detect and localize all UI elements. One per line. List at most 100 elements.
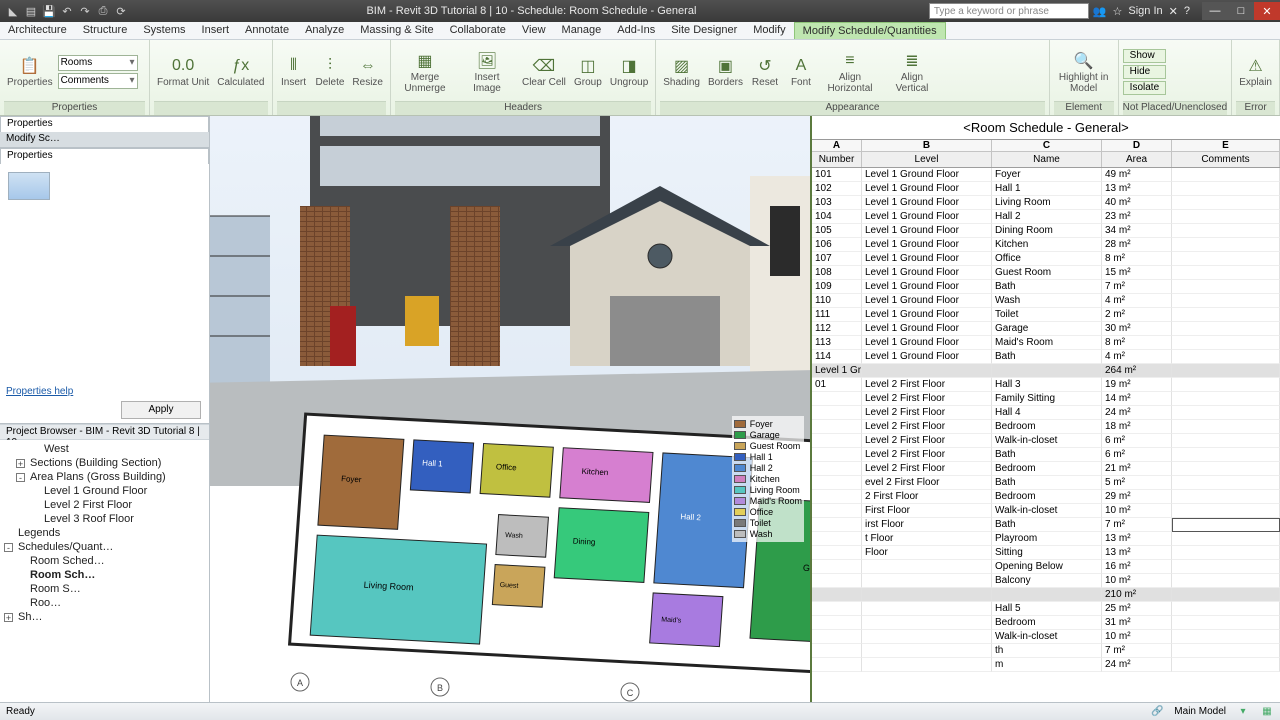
col-header[interactable]: Area [1102,152,1172,167]
schedule-row[interactable]: m24 m² [812,658,1280,672]
insert-column-button[interactable]: ⫴Insert [277,44,311,100]
show-button[interactable]: Show [1123,49,1166,63]
group-headers-button[interactable]: ◫Group [571,44,605,100]
select-icon[interactable]: ▦ [1260,705,1274,719]
menu-tab-site-designer[interactable]: Site Designer [663,22,745,39]
field-select[interactable]: Comments [58,73,138,89]
schedule-row[interactable]: 110Level 1 Ground FloorWash4 m² [812,294,1280,308]
subscription-icon[interactable]: 👥 [1093,5,1107,18]
col-letter[interactable]: E [1172,140,1280,152]
tree-node[interactable]: Room S… [0,582,209,596]
clear-cell-button[interactable]: ⌫Clear Cell [519,44,569,100]
properties-tab[interactable]: Properties [0,116,209,132]
menu-tab-modify-schedule-quantities[interactable]: Modify Schedule/Quantities [794,22,946,39]
schedule-row[interactable]: 105Level 1 Ground FloorDining Room34 m² [812,224,1280,238]
schedule-row[interactable]: 101Level 1 Ground FloorFoyer49 m² [812,168,1280,182]
schedule-row[interactable]: Level 2 First FloorBath6 m² [812,448,1280,462]
merge-button[interactable]: ▦Merge Unmerge [395,44,455,100]
properties-tab-2[interactable]: Properties [0,148,209,164]
col-header[interactable]: Name [992,152,1102,167]
tree-node[interactable]: Room Sch… [0,568,209,582]
schedule-row[interactable]: Level 2 First FloorBedroom18 m² [812,420,1280,434]
reset-button[interactable]: ↺Reset [748,44,782,100]
favorite-icon[interactable]: ☆ [1113,5,1123,18]
insert-image-button[interactable]: 🖼Insert Image [457,44,517,100]
col-header[interactable]: Level [862,152,992,167]
filter-icon[interactable]: ▾ [1236,705,1250,719]
format-unit-button[interactable]: 0.0Format Unit [154,44,212,100]
schedule-row[interactable]: Bedroom31 m² [812,616,1280,630]
menu-tab-massing-site[interactable]: Massing & Site [352,22,441,39]
schedule-row[interactable]: evel 2 First FloorBath5 m² [812,476,1280,490]
help-icon[interactable]: ? [1184,5,1190,17]
schedule-row[interactable]: th7 m² [812,644,1280,658]
align-horizontal-button[interactable]: ≡Align Horizontal [820,44,880,100]
schedule-row[interactable]: irst FloorBath7 m² [812,518,1280,532]
tree-node[interactable]: Legends [0,526,209,540]
open-icon[interactable]: ▤ [24,4,38,18]
tree-node[interactable]: -Schedules/Quant… [0,540,209,554]
tree-node[interactable]: Room Sched… [0,554,209,568]
menu-tab-manage[interactable]: Manage [554,22,610,39]
menu-tab-add-ins[interactable]: Add-Ins [609,22,663,39]
apply-button[interactable]: Apply [121,401,201,419]
menu-tab-analyze[interactable]: Analyze [297,22,352,39]
print-icon[interactable]: ⎙ [96,4,110,18]
minimize-button[interactable]: — [1202,2,1228,20]
explain-error-button[interactable]: ⚠Explain [1236,44,1275,100]
schedule-total-row[interactable]: Level 1 Ground Floor: 14264 m² [812,364,1280,378]
isolate-button[interactable]: Isolate [1123,81,1166,95]
col-letter[interactable]: D [1102,140,1172,152]
project-browser-tree[interactable]: West+Sections (Building Section)-Area Pl… [0,440,209,702]
menu-tab-collaborate[interactable]: Collaborate [442,22,514,39]
schedule-row[interactable]: Level 2 First FloorWalk-in-closet6 m² [812,434,1280,448]
col-header[interactable]: Number [812,152,862,167]
schedule-row[interactable]: Hall 525 m² [812,602,1280,616]
properties-button[interactable]: 📋Properties [4,44,56,100]
drawing-area[interactable]: Living Room Foyer Hall 1 Office Kitchen … [210,116,810,702]
resize-column-button[interactable]: ⇔Resize [349,44,386,100]
status-main-model[interactable]: Main Model [1174,706,1226,717]
hide-button[interactable]: Hide [1123,65,1166,79]
menu-tab-insert[interactable]: Insert [194,22,238,39]
maximize-button[interactable]: □ [1228,2,1254,20]
tree-node[interactable]: Level 3 Roof Floor [0,512,209,526]
schedule-row[interactable]: 114Level 1 Ground FloorBath4 m² [812,350,1280,364]
schedule-row[interactable]: 111Level 1 Ground FloorToilet2 m² [812,308,1280,322]
keyword-search-input[interactable]: Type a keyword or phrase [929,3,1089,19]
schedule-row[interactable]: Walk-in-closet10 m² [812,630,1280,644]
exchange-icon[interactable]: ✕ [1169,5,1178,18]
align-vertical-button[interactable]: ≣Align Vertical [882,44,942,100]
tree-node[interactable]: +Sh… [0,610,209,624]
redo-icon[interactable]: ↷ [78,4,92,18]
schedule-row[interactable]: Level 2 First FloorBedroom21 m² [812,462,1280,476]
schedule-row[interactable]: 106Level 1 Ground FloorKitchen28 m² [812,238,1280,252]
schedule-row[interactable]: Level 2 First FloorFamily Sitting14 m² [812,392,1280,406]
highlight-in-model-button[interactable]: 🔍Highlight in Model [1054,44,1114,100]
modify-tab[interactable]: Modify Sc… [0,132,209,148]
undo-icon[interactable]: ↶ [60,4,74,18]
font-button[interactable]: AFont [784,44,818,100]
schedule-row[interactable]: Balcony10 m² [812,574,1280,588]
tree-node[interactable]: -Area Plans (Gross Building) [0,470,209,484]
tree-node[interactable]: +Sections (Building Section) [0,456,209,470]
ungroup-headers-button[interactable]: ◨Ungroup [607,44,651,100]
tree-node[interactable]: Level 1 Ground Floor [0,484,209,498]
schedule-row[interactable]: 108Level 1 Ground FloorGuest Room15 m² [812,266,1280,280]
schedule-row[interactable]: 2 First FloorBedroom29 m² [812,490,1280,504]
menu-tab-systems[interactable]: Systems [135,22,193,39]
schedule-row[interactable]: Opening Below16 m² [812,560,1280,574]
col-letter[interactable]: B [862,140,992,152]
schedule-row[interactable]: FloorSitting13 m² [812,546,1280,560]
col-header[interactable]: Comments [1172,152,1280,167]
close-button[interactable]: ✕ [1254,2,1280,20]
schedule-row[interactable]: 107Level 1 Ground FloorOffice8 m² [812,252,1280,266]
schedule-row[interactable]: t FloorPlayroom13 m² [812,532,1280,546]
schedule-row[interactable]: 103Level 1 Ground FloorLiving Room40 m² [812,196,1280,210]
schedule-row[interactable]: 112Level 1 Ground FloorGarage30 m² [812,322,1280,336]
worksets-icon[interactable]: 🔗 [1150,705,1164,719]
menu-tab-view[interactable]: View [514,22,554,39]
schedule-row[interactable]: Level 2 First FloorHall 424 m² [812,406,1280,420]
schedule-row[interactable]: 102Level 1 Ground FloorHall 113 m² [812,182,1280,196]
menu-tab-architecture[interactable]: Architecture [0,22,75,39]
